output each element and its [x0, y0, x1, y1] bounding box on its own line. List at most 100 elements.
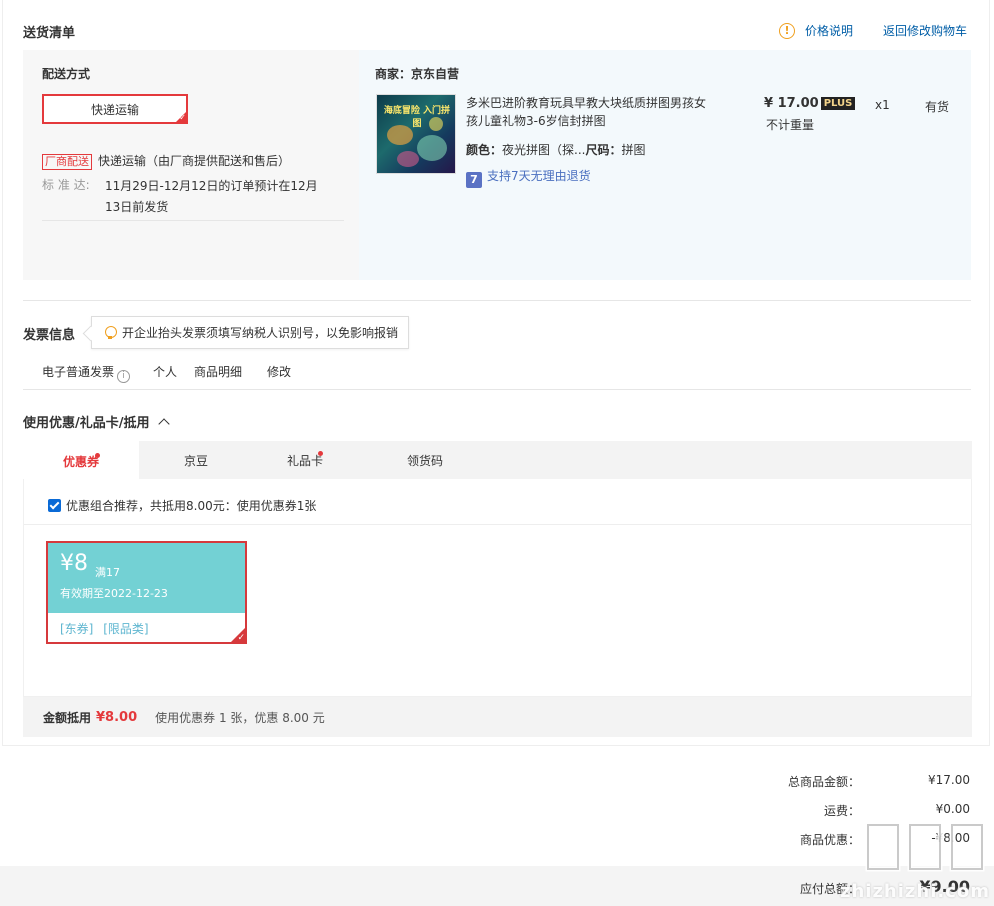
shipping-value: ¥0.00: [935, 802, 970, 816]
summary-label: 金额抵用: [43, 710, 92, 725]
discount-title-text: 使用优惠/礼品卡/抵用: [23, 416, 150, 431]
tab-jingdou[interactable]: 京豆: [139, 441, 253, 479]
checkout-page: 送货清单 ! 价格说明 返回修改购物车 配送方式 快递运输 ✓ 厂商配送 快递运输…: [0, 0, 994, 906]
tab-label: 领货码: [406, 453, 443, 468]
total-items-value: ¥17.00: [928, 773, 970, 787]
section-divider: [23, 300, 971, 301]
header-links: ! 价格说明 返回修改购物车: [778, 22, 967, 39]
coupon-divider: [24, 524, 971, 525]
return-cart-link[interactable]: 返回修改购物车: [883, 22, 967, 39]
total-items-label: 总商品金额：: [787, 775, 860, 789]
product-stock: 有货: [925, 100, 950, 114]
invoice-type: 电子普通发票 i: [42, 363, 131, 383]
shipping-row: 运费： ¥0.00: [710, 802, 970, 819]
red-dot-icon: [95, 453, 100, 458]
info-icon: !: [778, 22, 795, 39]
size-value: 拼图: [621, 143, 646, 157]
payable-row: 应付总额： ¥9.00: [710, 877, 970, 897]
recommend-text: 优惠组合推荐，共抵用8.00元：使用优惠券1张: [66, 499, 317, 513]
image-shape: [429, 117, 443, 131]
invoice-tip: 开企业抬头发票须填写纳税人识别号，以免影响报销: [91, 316, 409, 349]
delivery-method-section: 配送方式 快递运输 ✓ 厂商配送 快递运输（由厂商提供配送和售后） 标 准 达: …: [23, 50, 359, 280]
price-info-link[interactable]: 价格说明: [805, 22, 853, 39]
delivery-method-label: 配送方式: [42, 67, 91, 81]
tab-redeem-code[interactable]: 领货码: [357, 441, 493, 479]
discount-value: -¥8.00: [931, 831, 970, 845]
product-image[interactable]: 海底冒险 入门拼图: [376, 94, 456, 174]
discount-tabs: 优惠券 京豆 礼品卡 领货码: [23, 441, 972, 479]
coupon-card[interactable]: ¥8 满17 有效期至2022-12-23 [东券] [限品类] ✓: [46, 541, 247, 644]
express-shipping-option[interactable]: 快递运输 ✓: [42, 94, 188, 124]
image-shape: [387, 125, 413, 145]
delivery-divider: [42, 220, 344, 221]
image-shape: [397, 151, 419, 167]
color-label: 颜色：: [466, 143, 503, 157]
invoice-detail: 商品明细: [194, 365, 243, 379]
discount-title[interactable]: 使用优惠/礼品卡/抵用: [23, 412, 170, 431]
invoice-title: 发票信息: [23, 328, 76, 343]
standard-label: 标 准 达:: [42, 178, 90, 192]
coupon-condition: 满17: [95, 566, 120, 579]
invoice-person: 个人: [153, 365, 178, 379]
discount-label: 商品优惠：: [799, 833, 860, 847]
seven-day-return-icon: 7: [466, 171, 482, 188]
merchant-label: 商家：京东自营: [375, 67, 460, 81]
recommend-row[interactable]: 优惠组合推荐，共抵用8.00元：使用优惠券1张: [48, 497, 316, 514]
tab-label: 优惠券: [62, 454, 99, 469]
coupon-tag-dongquan: [东券]: [60, 622, 94, 636]
payable-value: ¥9.00: [919, 877, 970, 896]
check-icon: ✓: [179, 113, 186, 122]
product-title-line-1: 多米巴进阶教育玩具早教大块纸质拼图男孩女: [466, 96, 707, 110]
coupon-amount: ¥8: [60, 551, 88, 576]
return-policy[interactable]: 7 支持7天无理由退货: [466, 167, 591, 188]
discount-summary: 金额抵用 ¥8.00 使用优惠券 1 张，优惠 8.00 元: [23, 697, 972, 737]
vendor-delivery-row: 厂商配送 快递运输（由厂商提供配送和售后）: [42, 152, 290, 170]
standard-desc: 11月29日-12月12日的订单预计在12月 13日前发货: [105, 176, 318, 218]
coupon-tag-category: [限品类]: [103, 622, 149, 636]
product-qty: x1: [875, 98, 890, 112]
total-items-row: 总商品金额： ¥17.00: [710, 773, 970, 790]
info-icon[interactable]: i: [117, 369, 131, 383]
standard-line-2: 13日前发货: [105, 200, 169, 214]
standard-line-1: 11月29日-12月12日的订单预计在12月: [105, 179, 318, 193]
summary-amount: ¥8.00: [96, 709, 138, 725]
lightbulb-icon: [104, 325, 117, 340]
plus-badge: PLUS: [820, 97, 856, 110]
shipping-label: 运费：: [823, 804, 860, 818]
vendor-delivery-tag: 厂商配送: [42, 154, 92, 170]
image-shape: [417, 135, 447, 161]
coupon-area: 优惠组合推荐，共抵用8.00元：使用优惠券1张 ¥8 满17 有效期至2022-…: [23, 479, 972, 697]
order-panel: 送货清单 ! 价格说明 返回修改购物车 配送方式 快递运输 ✓ 厂商配送 快递运输…: [2, 0, 990, 746]
coupon-expiry: 有效期至2022-12-23: [60, 587, 168, 600]
product-price-row: ¥ 17.00 PLUS: [764, 96, 856, 111]
tab-label: 京豆: [183, 453, 208, 468]
coupon-top: ¥8 满17 有效期至2022-12-23: [48, 543, 245, 613]
section-divider: [23, 389, 971, 390]
express-shipping-label: 快递运输: [90, 102, 139, 117]
product-image-text: 海底冒险 入门拼图: [383, 106, 451, 129]
summary-desc: 使用优惠券 1 张，优惠 8.00 元: [155, 710, 325, 725]
tab-coupons[interactable]: 优惠券: [23, 441, 139, 479]
invoice-type-text: 电子普通发票: [42, 365, 115, 379]
coupon-footer: [东券] [限品类]: [48, 613, 245, 642]
invoice-modify-link[interactable]: 修改: [267, 363, 291, 380]
delivery-box: 配送方式 快递运输 ✓ 厂商配送 快递运输（由厂商提供配送和售后） 标 准 达: …: [23, 50, 971, 280]
color-value: 夜光拼图（探...: [502, 143, 586, 157]
product-weight: 不计重量: [766, 118, 815, 132]
check-icon: ✓: [237, 633, 245, 643]
chevron-up-icon[interactable]: [158, 418, 170, 430]
product-title-line-2: 孩儿童礼物3-6岁信封拼图: [466, 114, 606, 128]
delivery-list-title: 送货清单: [23, 26, 76, 41]
return-policy-text: 支持7天无理由退货: [487, 169, 591, 183]
product-title[interactable]: 多米巴进阶教育玩具早教大块纸质拼图男孩女 孩儿童礼物3-6岁信封拼图: [466, 94, 716, 130]
payable-label: 应付总额：: [799, 882, 860, 896]
product-spec: 颜色：夜光拼图（探...尺码：拼图: [466, 141, 646, 158]
size-label: 尺码：: [585, 143, 622, 157]
invoice-tip-text: 开企业抬头发票须填写纳税人识别号，以免影响报销: [122, 326, 399, 340]
discount-row: 商品优惠： -¥8.00: [710, 831, 970, 848]
recommend-checkbox[interactable]: [48, 499, 61, 512]
tab-gift-card[interactable]: 礼品卡: [253, 441, 357, 479]
product-section: 商家：京东自营 海底冒险 入门拼图 多米巴进阶教育玩具早教大块纸质拼图男孩女 孩…: [359, 50, 971, 280]
product-price: ¥ 17.00: [764, 96, 819, 111]
red-dot-icon: [318, 451, 323, 456]
